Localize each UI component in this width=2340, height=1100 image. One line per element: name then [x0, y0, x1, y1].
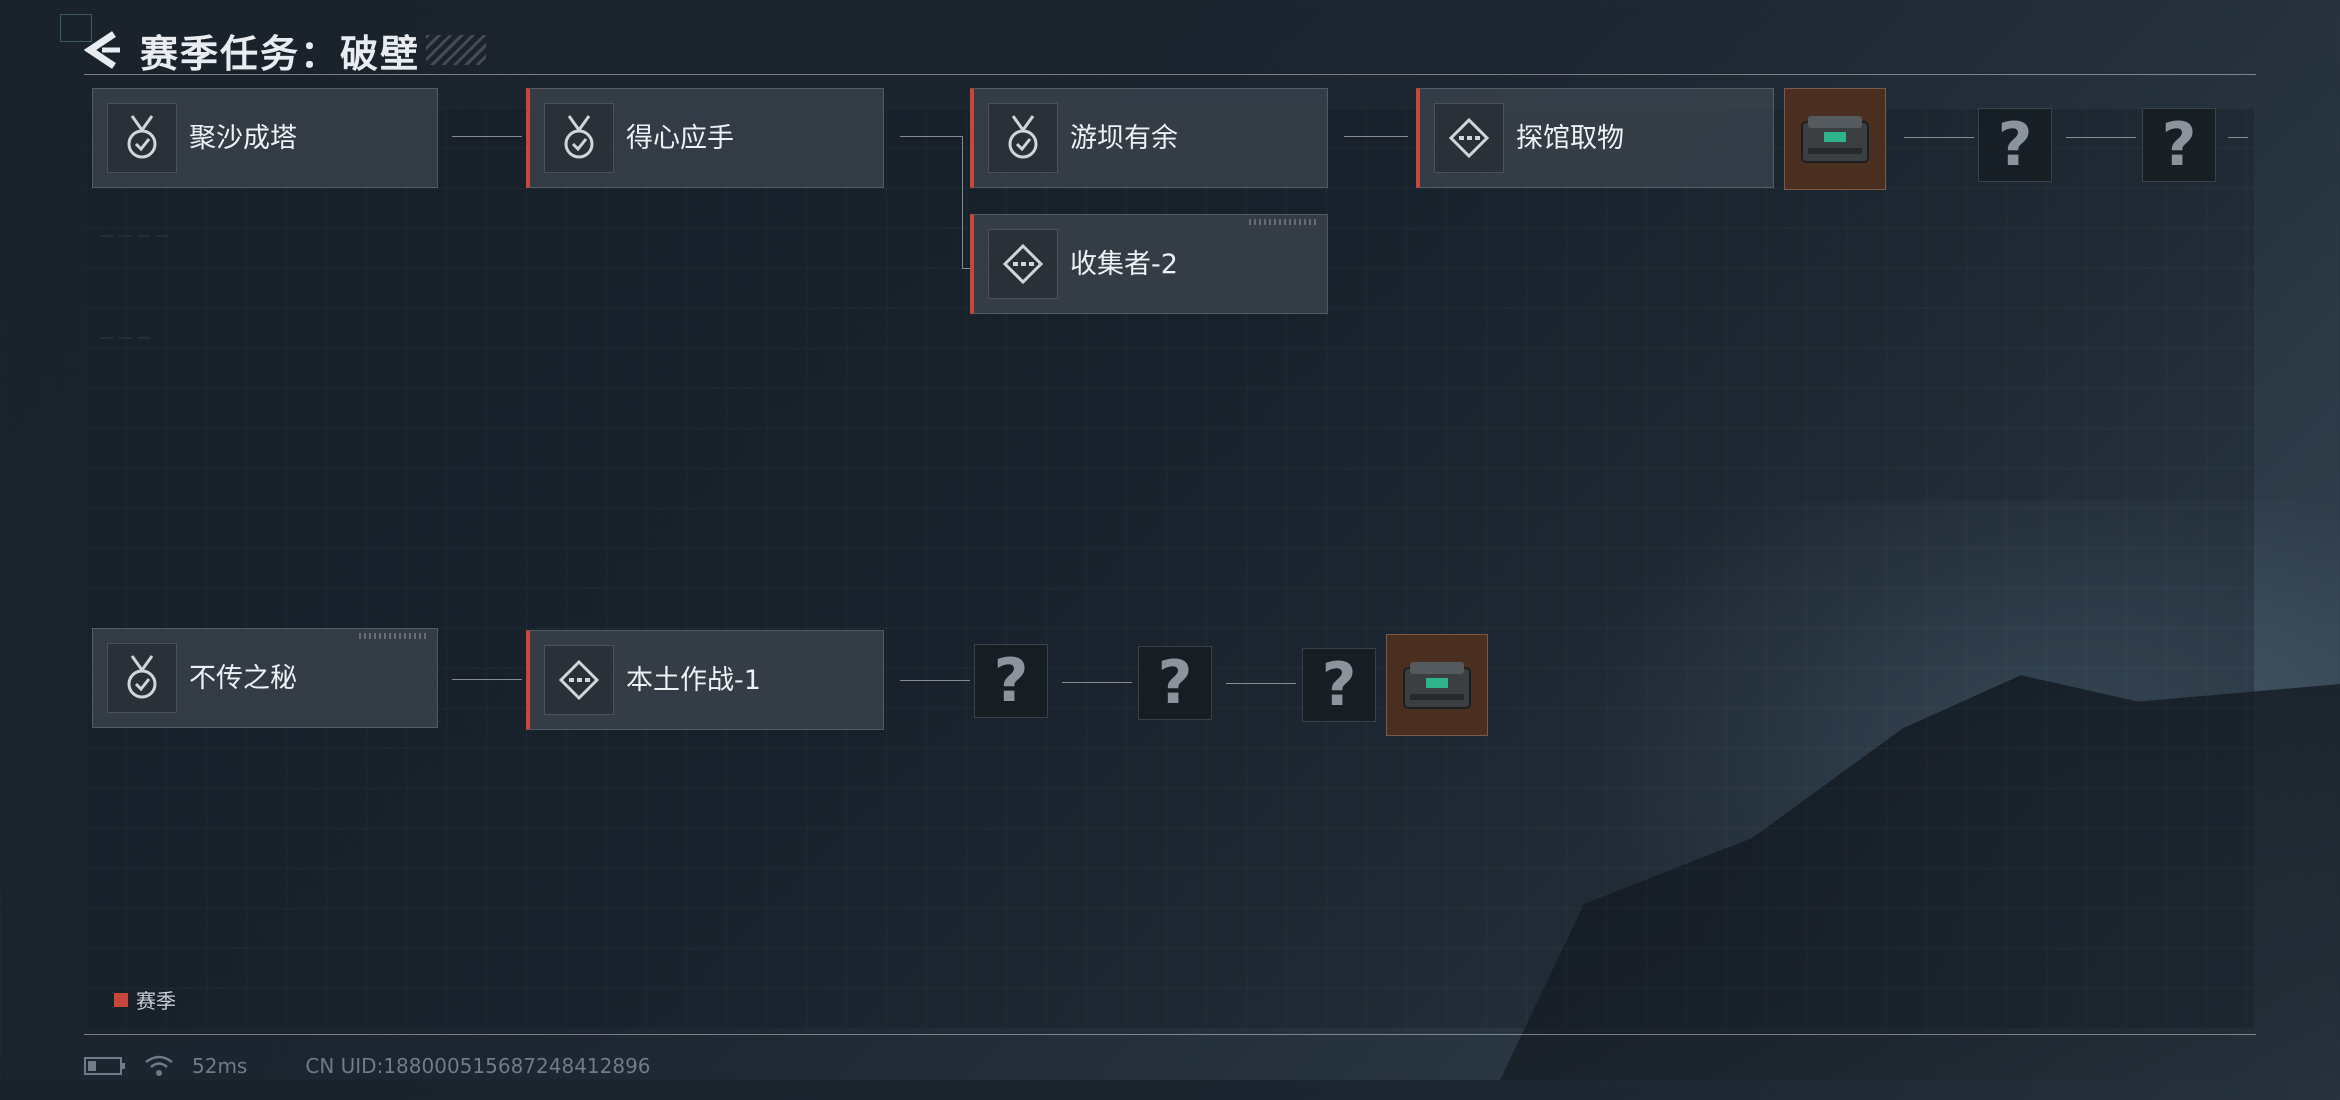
diamond-dots-icon	[988, 229, 1058, 299]
faint-text: — — — —	[100, 228, 170, 244]
status-bar: 52ms CN UID:1880005156872484128​96	[84, 1054, 651, 1078]
task-label: 得心应手	[626, 123, 734, 154]
connector-line	[900, 136, 962, 137]
task-label: 探馆取物	[1516, 123, 1624, 154]
task-card-buchuanzhimi[interactable]: 不传之秘	[92, 628, 438, 728]
connector-line	[452, 136, 522, 137]
task-card-youbayouyu[interactable]: 游坝有余	[970, 88, 1328, 188]
back-arrow-icon	[84, 31, 120, 69]
user-uid: CN UID:1880005156872484128​96	[305, 1054, 651, 1078]
unknown-task-box[interactable]: ?	[1138, 646, 1212, 720]
connector-line	[900, 680, 970, 681]
task-card-bentuzuozhan-1[interactable]: 本土作战-1	[526, 630, 884, 730]
task-card-shoujizhe-2[interactable]: 收集者-2	[970, 214, 1328, 314]
connector-line	[452, 679, 522, 680]
season-color-swatch	[114, 992, 128, 1007]
reward-item-case[interactable]	[1386, 634, 1488, 736]
unknown-task-box[interactable]: ?	[1302, 648, 1376, 722]
diamond-dots-icon	[1434, 103, 1504, 173]
task-label: 本土作战-1	[626, 665, 761, 696]
medal-check-icon	[107, 103, 177, 173]
branch-connector	[962, 136, 963, 268]
unknown-task-box[interactable]: ?	[2142, 108, 2216, 182]
battery-icon	[84, 1057, 125, 1075]
ping-value: 52ms	[192, 1054, 248, 1078]
task-card-dexinyingshou[interactable]: 得心应手	[526, 88, 884, 188]
title-hatch-decoration	[426, 35, 487, 65]
reward-item-case[interactable]	[1784, 88, 1886, 190]
connector-line	[1344, 136, 1408, 137]
card-strip-decoration	[1249, 219, 1319, 225]
task-label: 不传之秘	[189, 663, 297, 694]
connector-line	[2066, 137, 2136, 138]
connector-line	[1226, 683, 1296, 684]
season-legend: 赛季	[114, 985, 176, 1014]
task-label: 收集者-2	[1070, 249, 1178, 280]
header-divider	[84, 74, 2256, 75]
header: 赛季任务：破壁	[84, 22, 487, 78]
diamond-dots-icon	[544, 645, 614, 715]
unknown-task-box[interactable]: ?	[1978, 108, 2052, 182]
connector-line	[1904, 137, 1974, 138]
medal-check-icon	[544, 103, 614, 173]
unknown-task-box[interactable]: ?	[974, 644, 1048, 718]
footer-divider	[84, 1034, 2256, 1035]
medal-check-icon	[107, 643, 177, 713]
connector-line	[2228, 137, 2248, 138]
legend-label: 赛季	[136, 989, 176, 1013]
page-title: 赛季任务：破壁	[140, 31, 421, 76]
connector-line	[1062, 682, 1132, 683]
faint-text: — — —	[100, 330, 151, 346]
task-label: 游坝有余	[1070, 123, 1178, 154]
task-label: 聚沙成塔	[189, 123, 297, 154]
card-strip-decoration	[359, 633, 429, 639]
task-card-jushachengta[interactable]: 聚沙成塔	[92, 88, 438, 188]
task-card-tanguanquwu[interactable]: 探馆取物	[1416, 88, 1774, 188]
ammo-case-icon	[1801, 116, 1869, 163]
back-button[interactable]	[84, 28, 124, 72]
ammo-case-icon	[1403, 662, 1471, 709]
wifi-icon	[145, 1055, 173, 1076]
medal-check-icon	[988, 103, 1058, 173]
